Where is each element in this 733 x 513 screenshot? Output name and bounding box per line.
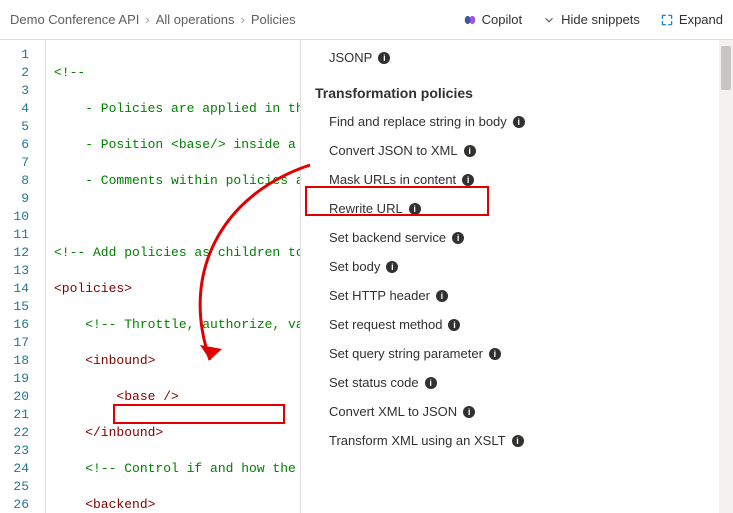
scrollbar[interactable] — [719, 40, 733, 513]
code-line: <inbound> — [54, 352, 300, 370]
policy-label: Set status code — [329, 375, 419, 390]
hide-snippets-label: Hide snippets — [561, 12, 640, 27]
code-line: <backend> — [54, 496, 300, 513]
code-line: <!-- Control if and how the — [54, 460, 300, 478]
policy-label: Mask URLs in content — [329, 172, 456, 187]
info-icon[interactable]: i — [512, 435, 524, 447]
policy-editor[interactable]: 1234567891011121314151617181920212223242… — [0, 40, 300, 513]
info-icon[interactable]: i — [452, 232, 464, 244]
info-icon[interactable]: i — [425, 377, 437, 389]
policy-label: Convert JSON to XML — [329, 143, 458, 158]
breadcrumb-operations[interactable]: All operations — [156, 12, 235, 27]
code-highlight — [113, 404, 285, 424]
policy-link-body[interactable]: Set body i — [315, 252, 719, 281]
policy-link-xslt[interactable]: Transform XML using an XSLT i — [315, 426, 719, 455]
policy-link-backend[interactable]: Set backend service i — [315, 223, 719, 252]
policy-link-query[interactable]: Set query string parameter i — [315, 339, 719, 368]
breadcrumb-api[interactable]: Demo Conference API — [10, 12, 139, 27]
info-icon[interactable]: i — [448, 319, 460, 331]
info-icon[interactable]: i — [463, 406, 475, 418]
policy-link-jsonp[interactable]: JSONP i — [315, 44, 719, 79]
policy-label: Find and replace string in body — [329, 114, 507, 129]
snippets-panel: JSONP i Transformation policies Find and… — [300, 40, 733, 513]
policy-link-method[interactable]: Set request method i — [315, 310, 719, 339]
chevron-right-icon: › — [240, 12, 244, 27]
code-line: <!-- Throttle, authorize, va — [54, 316, 300, 334]
expand-label: Expand — [679, 12, 723, 27]
scrollbar-thumb[interactable] — [721, 46, 731, 90]
code-line: <!-- Add policies as children to — [54, 244, 300, 262]
chevron-down-icon — [542, 13, 556, 27]
code-line: - Comments within policies a — [54, 172, 300, 190]
policy-label: Set HTTP header — [329, 288, 430, 303]
policy-link-find[interactable]: Find and replace string in body i — [315, 107, 719, 136]
info-icon[interactable]: i — [462, 174, 474, 186]
policy-link-json2xml[interactable]: Convert JSON to XML i — [315, 136, 719, 165]
policy-label: Set query string parameter — [329, 346, 483, 361]
policy-link-status[interactable]: Set status code i — [315, 368, 719, 397]
breadcrumb: Demo Conference API › All operations › P… — [10, 12, 463, 27]
code-line: </inbound> — [54, 424, 300, 442]
policy-link-xml2json[interactable]: Convert XML to JSON i — [315, 397, 719, 426]
copilot-label: Copilot — [482, 12, 522, 27]
chevron-right-icon: › — [145, 12, 149, 27]
info-icon[interactable]: i — [489, 348, 501, 360]
line-gutter: 1234567891011121314151617181920212223242… — [0, 40, 46, 513]
snippet-highlight — [305, 186, 489, 216]
code-line: <policies> — [54, 280, 300, 298]
info-icon[interactable]: i — [386, 261, 398, 273]
info-icon[interactable]: i — [436, 290, 448, 302]
expand-icon — [660, 13, 674, 27]
code-line — [54, 208, 300, 226]
code-line: <!-- — [54, 64, 300, 82]
breadcrumb-policies[interactable]: Policies — [251, 12, 296, 27]
policy-link-header[interactable]: Set HTTP header i — [315, 281, 719, 310]
copilot-icon — [463, 13, 477, 27]
policy-label: Set request method — [329, 317, 442, 332]
policy-label: JSONP — [329, 50, 372, 65]
copilot-button[interactable]: Copilot — [463, 12, 522, 27]
main-area: 1234567891011121314151617181920212223242… — [0, 40, 733, 513]
policy-label: Set backend service — [329, 230, 446, 245]
code-content[interactable]: <!-- - Policies are applied in th - Posi… — [46, 40, 300, 513]
info-icon[interactable]: i — [513, 116, 525, 128]
code-line: - Position <base/> inside a — [54, 136, 300, 154]
info-icon[interactable]: i — [464, 145, 476, 157]
topbar: Demo Conference API › All operations › P… — [0, 0, 733, 40]
policy-label: Transform XML using an XSLT — [329, 433, 506, 448]
info-icon[interactable]: i — [378, 52, 390, 64]
snippets-section-title: Transformation policies — [315, 79, 719, 107]
policy-label: Convert XML to JSON — [329, 404, 457, 419]
expand-button[interactable]: Expand — [660, 12, 723, 27]
hide-snippets-button[interactable]: Hide snippets — [542, 12, 640, 27]
code-line: - Policies are applied in th — [54, 100, 300, 118]
policy-label: Set body — [329, 259, 380, 274]
